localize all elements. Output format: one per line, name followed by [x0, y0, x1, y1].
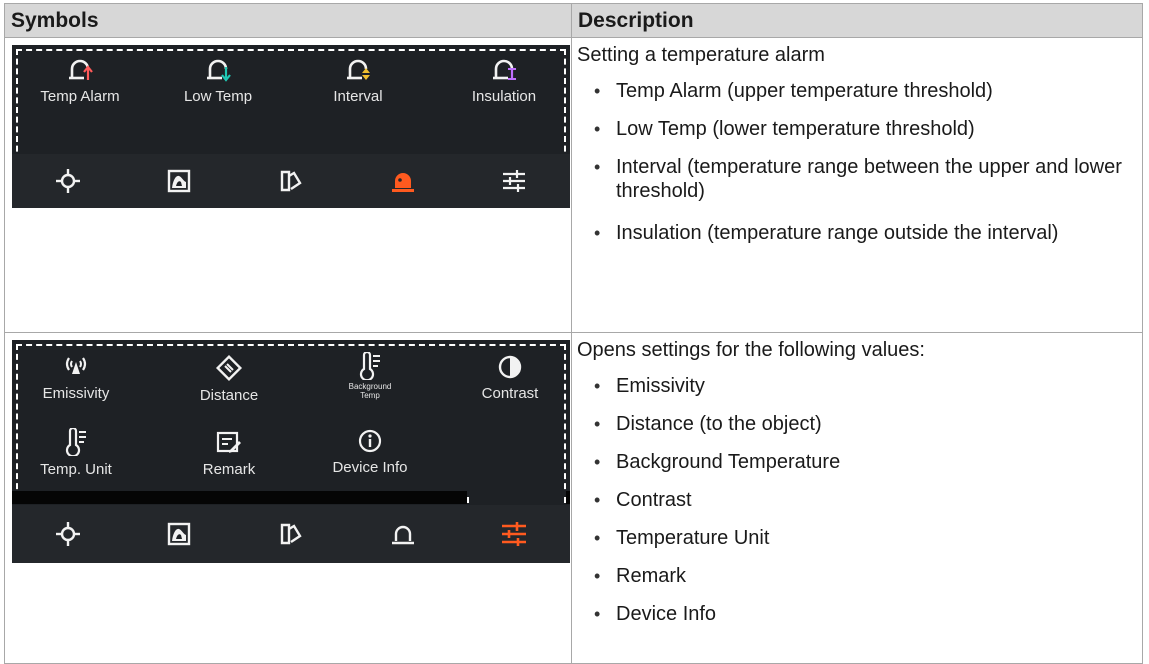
settings-description-cell: Opens settings for the following values:…: [571, 332, 1143, 664]
list-item: Temp Alarm (upper temperature threshold): [592, 79, 1142, 109]
alarm-icon: [391, 525, 414, 545]
option-label: Interval: [333, 88, 383, 105]
option-device-info[interactable]: Device Info: [312, 428, 428, 476]
settings-panel-screenshot: Emissivity Distance Background Temp Cont…: [12, 340, 570, 563]
alarm-down-icon: [207, 59, 231, 82]
nav-palette[interactable]: [235, 505, 347, 563]
nav-settings-active[interactable]: [458, 505, 570, 563]
list-item: Background Temperature: [592, 450, 1142, 480]
alarm-up-icon: [69, 59, 93, 80]
option-label: Temp Alarm: [40, 88, 120, 105]
nav-palette[interactable]: [235, 154, 347, 208]
option-label: Distance: [199, 387, 259, 404]
option-contrast[interactable]: Contrast: [462, 354, 558, 402]
option-insulation[interactable]: Insulation: [458, 55, 550, 105]
alarm-description-cell: Setting a temperature alarm Temp Alarm (…: [571, 37, 1143, 333]
symbols-table: Symbols Description Temp Alarm Low Temp …: [4, 3, 1143, 664]
table-row: Temp Alarm Low Temp Interval Insulation …: [4, 37, 1143, 333]
info-icon: [358, 429, 382, 453]
option-emissivity[interactable]: Emissivity: [28, 354, 124, 402]
option-temp-unit[interactable]: Temp. Unit: [28, 428, 124, 478]
contrast-icon: [498, 355, 522, 379]
sliders-icon: [502, 522, 527, 546]
table-header-row: Symbols Description: [4, 3, 1143, 38]
option-label: Device Info: [332, 459, 408, 476]
alarm-symbols-cell: Temp Alarm Low Temp Interval Insulation: [4, 37, 572, 333]
bottom-nav: [12, 154, 570, 208]
option-label: Temp. Unit: [40, 461, 112, 478]
option-background-temp[interactable]: Background Temp: [322, 352, 418, 400]
option-label: Remark: [202, 461, 256, 478]
list-item: Temperature Unit: [592, 526, 1142, 556]
thermometer-icon: [359, 352, 380, 380]
option-label: Insulation: [471, 88, 537, 105]
alarm-interval-icon: [347, 59, 370, 80]
thermometer-icon: [65, 428, 86, 456]
list-item: Insulation (temperature range outside th…: [592, 221, 1142, 245]
nav-crosshair[interactable]: [12, 154, 124, 208]
option-label: Emissivity: [42, 385, 110, 402]
bottom-nav: [12, 505, 570, 563]
option-interval[interactable]: Interval: [312, 55, 404, 105]
option-label: Background Temp: [348, 382, 392, 400]
alarm-icon: [391, 173, 414, 192]
nav-alarm-active[interactable]: [347, 154, 459, 208]
list-item: Emissivity: [592, 374, 1142, 404]
distance-icon: [215, 354, 243, 382]
alarm-panel-screenshot: Temp Alarm Low Temp Interval Insulation: [12, 45, 570, 251]
list-item: Low Temp (lower temperature threshold): [592, 117, 1142, 147]
option-distance[interactable]: Distance: [181, 354, 277, 404]
alarm-description-intro: Setting a temperature alarm: [577, 44, 825, 66]
image-icon: [168, 522, 191, 546]
list-item: Distance (to the object): [592, 412, 1142, 442]
settings-description-intro: Opens settings for the following values:: [577, 339, 925, 361]
table-row: Emissivity Distance Background Temp Cont…: [4, 332, 1143, 664]
option-low-temp[interactable]: Low Temp: [172, 55, 264, 105]
settings-symbols-cell: Emissivity Distance Background Temp Cont…: [4, 332, 572, 664]
emissivity-icon: [65, 357, 87, 374]
nav-crosshair[interactable]: [12, 505, 124, 563]
settings-description-list: Emissivity Distance (to the object) Back…: [572, 374, 1142, 632]
list-item: Device Info: [592, 602, 1142, 632]
palette-icon: [280, 523, 302, 545]
image-icon: [168, 169, 191, 193]
header-symbols: Symbols: [4, 3, 572, 38]
option-remark[interactable]: Remark: [181, 430, 277, 478]
list-item: Interval (temperature range between the …: [592, 155, 1142, 213]
option-label: Contrast: [481, 385, 539, 402]
nav-settings[interactable]: [458, 154, 570, 208]
nav-image[interactable]: [124, 505, 236, 563]
nav-alarm[interactable]: [347, 505, 459, 563]
nav-image[interactable]: [124, 154, 236, 208]
header-description: Description: [571, 3, 1143, 38]
list-item: Contrast: [592, 488, 1142, 518]
palette-icon: [280, 170, 302, 192]
option-temp-alarm[interactable]: Temp Alarm: [34, 55, 126, 105]
alarm-insulation-icon: [493, 59, 516, 80]
alarm-description-list: Temp Alarm (upper temperature threshold)…: [572, 79, 1142, 245]
crosshair-icon: [55, 522, 80, 546]
remark-icon: [216, 431, 241, 453]
list-item: Remark: [592, 564, 1142, 594]
sliders-icon: [503, 170, 526, 192]
crosshair-icon: [55, 169, 80, 193]
option-label: Low Temp: [183, 88, 253, 105]
